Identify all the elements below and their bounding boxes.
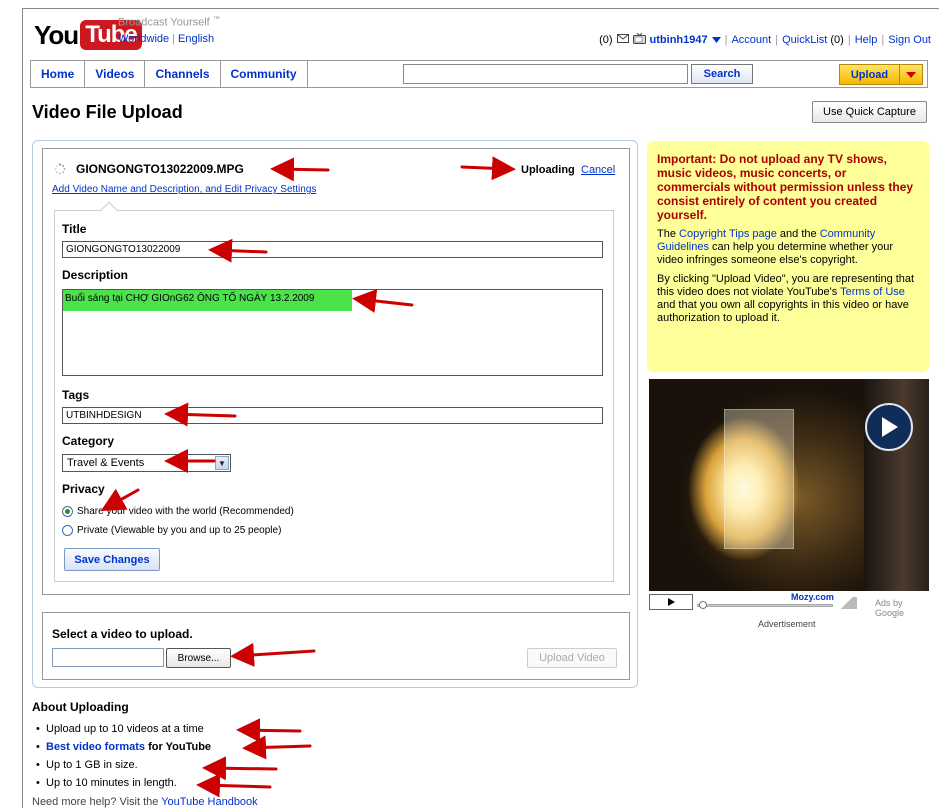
region-link[interactable]: Worldwide	[118, 33, 169, 45]
browse-button[interactable]: Browse...	[166, 648, 231, 668]
sign-out-link[interactable]: Sign Out	[888, 34, 931, 46]
description-text[interactable]: Buổi sáng tại CHỢ GIOnG62 ÔNG TỐ NGÀY 13…	[63, 290, 352, 311]
annotation-arrow	[236, 718, 302, 743]
tab-channels[interactable]: Channels	[145, 61, 221, 87]
help-footer-text: Need more help? Visit the YouTube Handbo…	[32, 796, 258, 808]
main-nav-bar: Home Videos Channels Community Search Up…	[30, 60, 928, 88]
quick-capture-button[interactable]: Use Quick Capture	[812, 101, 927, 123]
edit-video-info-link[interactable]: Add Video Name and Description, and Edit…	[52, 184, 316, 195]
search-button[interactable]: Search	[691, 64, 753, 84]
list-item: Up to 1 GB in size.	[36, 756, 211, 774]
upload-dropdown-icon[interactable]	[900, 65, 922, 84]
ad-brand-link[interactable]: Mozy.com	[791, 592, 834, 602]
category-label: Category	[62, 434, 115, 448]
user-utility-bar: (0) utbinh1947 | Account | QuickList (0)…	[599, 32, 931, 47]
ad-progress-handle[interactable]	[699, 601, 707, 609]
tv-icon[interactable]	[632, 32, 646, 47]
logo-you-text: You	[34, 19, 79, 50]
annotation-arrow	[196, 773, 272, 798]
privacy-private-option[interactable]: Private (Viewable by you and up to 25 pe…	[62, 525, 281, 536]
terms-of-use-link[interactable]: Terms of Use	[840, 286, 905, 298]
ad-play-button[interactable]	[649, 594, 693, 610]
advertisement-label: Advertisement	[758, 619, 816, 629]
tab-community[interactable]: Community	[221, 61, 308, 87]
list-item: Upload up to 10 videos at a time	[36, 720, 211, 738]
uploading-file-name: GIONGONGTO13022009.MPG	[76, 162, 244, 176]
volume-icon[interactable]	[837, 597, 857, 609]
terms-text: By clicking "Upload Video", you are repr…	[657, 273, 915, 324]
privacy-public-option[interactable]: Share your video with the world (Recomme…	[62, 506, 294, 517]
annotation-arrow	[242, 735, 312, 760]
play-icon[interactable]	[865, 403, 913, 451]
title-input[interactable]: GIONGONGTO13022009	[62, 241, 603, 258]
about-uploading-title: About Uploading	[32, 700, 129, 714]
ad-progress-bar[interactable]	[697, 604, 833, 607]
locale-links: Worldwide | English	[118, 33, 215, 45]
list-item: Up to 10 minutes in length.	[36, 774, 211, 792]
inbox-count: (0)	[599, 34, 613, 46]
copyright-notice: Important: Do not upload any TV shows, m…	[647, 141, 929, 372]
loading-spinner-icon	[54, 163, 66, 175]
upload-status: Uploading	[521, 164, 575, 176]
trademark-symbol: ™	[212, 16, 220, 23]
save-changes-button[interactable]: Save Changes	[64, 548, 160, 571]
tags-label: Tags	[62, 388, 90, 402]
best-video-formats-link[interactable]: Best video formats	[46, 741, 145, 753]
video-thumbnail-object	[724, 409, 794, 549]
ads-by-google-link[interactable]: Ads by Google	[875, 598, 929, 618]
tab-home[interactable]: Home	[31, 61, 86, 87]
chevron-down-icon[interactable]: ▼	[215, 456, 229, 470]
help-link[interactable]: Help	[855, 34, 878, 46]
tagline: Broadcast Yourself ™	[118, 16, 220, 29]
copyright-warning: Important: Do not upload any TV shows, m…	[657, 152, 914, 222]
account-link[interactable]: Account	[731, 34, 771, 46]
search-input[interactable]	[403, 64, 688, 84]
quicklist-link[interactable]: QuickList	[782, 34, 827, 46]
privacy-public-radio[interactable]	[62, 506, 73, 517]
description-label: Description	[62, 268, 129, 282]
language-link[interactable]: English	[178, 33, 214, 45]
window-border-left	[22, 8, 23, 808]
advertisement-video[interactable]	[649, 379, 929, 591]
username-menu[interactable]: utbinh1947	[650, 34, 708, 46]
upload-video-button[interactable]: Upload Video	[527, 648, 617, 668]
page-title: Video File Upload	[32, 102, 183, 122]
chevron-down-icon[interactable]	[711, 34, 721, 46]
tagline-text: Broadcast Yourself	[118, 16, 210, 29]
privacy-label: Privacy	[62, 482, 105, 496]
window-border-top	[22, 8, 939, 9]
tab-videos[interactable]: Videos	[85, 61, 146, 87]
list-item: Best video formats for YouTube	[36, 738, 211, 756]
play-icon	[667, 598, 675, 606]
youtube-handbook-link[interactable]: YouTube Handbook	[161, 796, 257, 808]
quicklist-count: (0)	[830, 34, 844, 46]
upload-button[interactable]: Upload	[839, 64, 923, 85]
category-select[interactable]: Travel & Events ▼	[62, 454, 231, 472]
privacy-public-label[interactable]: Share your video with the world (Recomme…	[77, 506, 294, 517]
mail-icon[interactable]	[616, 34, 629, 46]
select-video-title: Select a video to upload.	[52, 627, 193, 641]
copyright-tips-link[interactable]: Copyright Tips page	[679, 228, 777, 240]
tags-input[interactable]: UTBINHDESIGN	[62, 407, 603, 424]
privacy-private-radio[interactable]	[62, 525, 73, 536]
annotation-arrow	[202, 756, 278, 781]
quicklist-item: QuickList (0)	[782, 34, 844, 46]
file-path-input[interactable]	[52, 648, 164, 667]
title-label: Title	[62, 222, 87, 236]
upload-button-label[interactable]: Upload	[840, 65, 900, 84]
select-video-box	[42, 612, 630, 680]
ad-video-controls: Mozy.com Ads by Google	[649, 592, 929, 618]
cancel-upload-link[interactable]: Cancel	[581, 164, 615, 176]
privacy-private-label[interactable]: Private (Viewable by you and up to 25 pe…	[77, 525, 281, 536]
about-uploading-list: Upload up to 10 videos at a time Best vi…	[36, 720, 211, 792]
copyright-help-text: The Copyright Tips page and the Communit…	[657, 228, 894, 266]
category-selected-value: Travel & Events	[67, 457, 145, 469]
